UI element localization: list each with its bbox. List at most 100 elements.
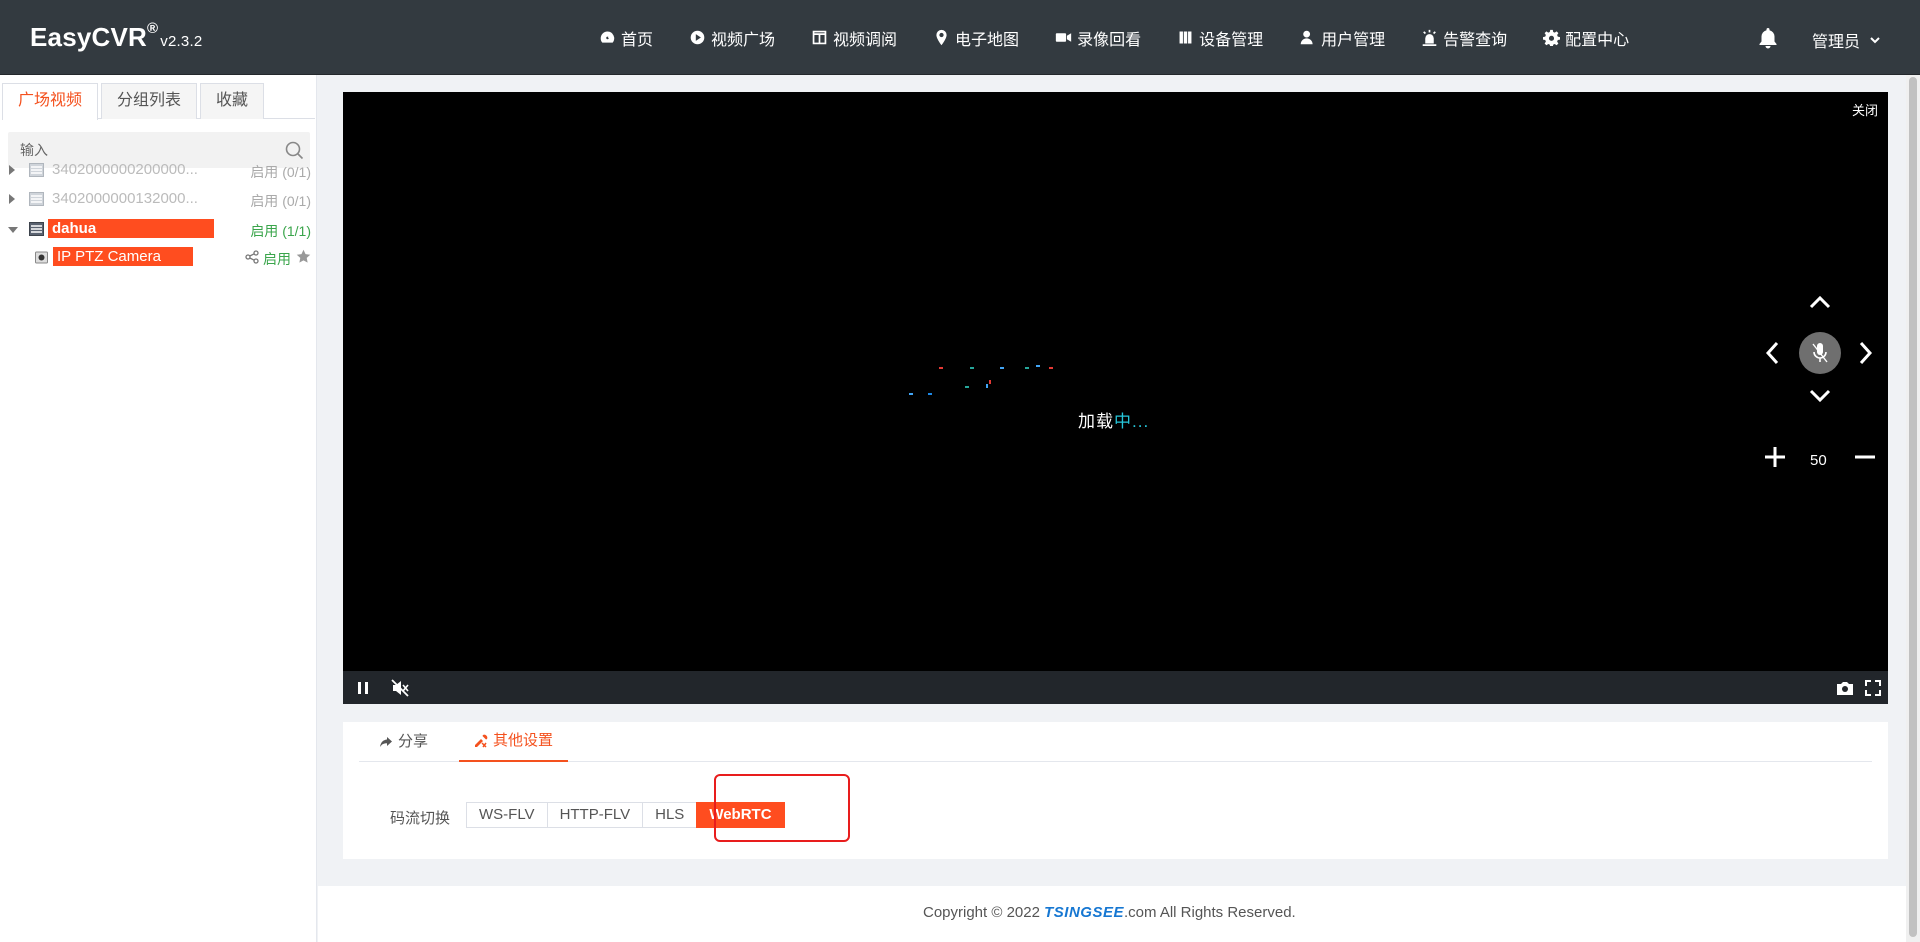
nav-label: 配置中心 [1565, 31, 1630, 49]
grid-icon [810, 29, 828, 47]
tree-node-device-active[interactable]: dahua 启用 (1/1) [0, 215, 317, 243]
zoom-value: 50 [1810, 452, 1827, 469]
nav-label: 设备管理 [1199, 31, 1264, 49]
nav-item-video-access[interactable]: 视频调阅 [810, 0, 897, 75]
server-icon [29, 192, 44, 206]
ptz-left-button[interactable] [1765, 341, 1779, 365]
microphone-button[interactable] [1799, 332, 1841, 374]
map-marker-icon [932, 29, 950, 47]
nav-item-map[interactable]: 电子地图 [932, 0, 1019, 75]
user-menu[interactable]: 管理员 [1812, 28, 1882, 52]
page-scrollbar[interactable] [1906, 75, 1920, 942]
pause-icon [358, 682, 368, 694]
brand-logo[interactable]: TSINGSEE [1044, 904, 1124, 921]
device-status: 启用 (0/1) [250, 193, 311, 209]
pause-button[interactable] [353, 678, 373, 698]
bell-icon[interactable] [1756, 26, 1780, 50]
video-camera-icon [1054, 29, 1072, 47]
nav-item-alarm[interactable]: 告警查询 [1420, 0, 1507, 75]
zoom-out-button[interactable] [1853, 445, 1877, 469]
device-status: 启用 (0/1) [250, 164, 311, 180]
user-name: 管理员 [1812, 34, 1861, 51]
stream-option-ws-flv[interactable]: WS-FLV [466, 802, 548, 828]
ptz-up-button[interactable] [1809, 295, 1831, 309]
caret-right-icon[interactable] [9, 194, 15, 204]
tab-label: 分享 [398, 733, 429, 750]
loading-indicator: 加载中... [343, 92, 1888, 704]
camera-snapshot-icon [1837, 682, 1853, 695]
top-header: EasyCVR®v2.3.2 首页 视频广场 视频调阅 电子地图 录像回看 设备… [0, 0, 1920, 75]
alarm-icon [1420, 29, 1438, 47]
volume-mute-icon [391, 679, 409, 697]
nav-item-playback[interactable]: 录像回看 [1054, 0, 1141, 75]
scrollbar-thumb[interactable] [1909, 77, 1917, 937]
device-name: 3402000000132000... [52, 190, 198, 207]
caret-right-icon[interactable] [9, 165, 15, 175]
mute-button[interactable] [390, 678, 410, 698]
footer: Copyright © 2022 TSINGSEE.com All Rights… [318, 886, 1920, 942]
tab-square-video[interactable]: 广场视频 [2, 83, 99, 120]
camera-name: IP PTZ Camera [53, 247, 193, 266]
user-icon [1298, 29, 1316, 47]
nav-label: 视频调阅 [833, 31, 898, 49]
tools-icon [475, 734, 488, 748]
tree-node-device[interactable]: 3402000000200000... 启用 (0/1) [0, 156, 317, 184]
logo-text: EasyCVR [30, 22, 148, 52]
app-logo[interactable]: EasyCVR®v2.3.2 [30, 20, 203, 53]
device-icon [1176, 29, 1194, 47]
device-name: dahua [48, 219, 214, 238]
stream-option-hls[interactable]: HLS [642, 802, 698, 828]
nav-item-device[interactable]: 设备管理 [1176, 0, 1263, 75]
tab-group-list[interactable]: 分组列表 [101, 83, 198, 119]
gear-icon [1542, 29, 1560, 47]
caret-down-icon[interactable] [8, 227, 18, 233]
snapshot-button[interactable] [1835, 678, 1855, 698]
tab-favorites[interactable]: 收藏 [200, 83, 265, 119]
fullscreen-button[interactable] [1863, 678, 1883, 698]
stream-switch-label: 码流切换 [390, 810, 451, 827]
app-version: v2.3.2 [160, 33, 203, 50]
ptz-right-button[interactable] [1859, 341, 1873, 365]
tab-label: 其他设置 [493, 732, 554, 749]
nav-item-config[interactable]: 配置中心 [1542, 0, 1629, 75]
server-icon [29, 163, 44, 177]
share-icon[interactable] [245, 250, 259, 264]
logo-registered: ® [147, 20, 159, 38]
sidebar-tabs: 广场视频 分组列表 收藏 [2, 79, 315, 120]
fullscreen-icon [1865, 680, 1881, 696]
player-control-bar [343, 671, 1888, 704]
video-player[interactable]: 关闭 加载中... [343, 92, 1888, 704]
nav-item-video-square[interactable]: 视频广场 [688, 0, 775, 75]
copyright-text: Copyright © 2022 TSINGSEE.com All Rights… [923, 904, 1296, 921]
loading-text: 加载中... [1078, 412, 1150, 431]
stream-option-http-flv[interactable]: HTTP-FLV [546, 802, 644, 828]
settings-panel: 分享 其他设置 码流切换 WS-FLV HTTP-FLV HLS WebRTC [343, 722, 1888, 859]
nav-label: 用户管理 [1321, 31, 1386, 49]
tree-node-camera[interactable]: IP PTZ Camera 启用 [0, 243, 317, 271]
nav-item-users[interactable]: 用户管理 [1298, 0, 1385, 75]
chevron-down-icon [1870, 37, 1880, 44]
tree-node-device[interactable]: 3402000000132000... 启用 (0/1) [0, 185, 317, 213]
nav-item-home[interactable]: 首页 [598, 0, 653, 75]
ptz-controls [1759, 295, 1899, 475]
nav-label: 电子地图 [955, 31, 1020, 49]
device-status: 启用 (1/1) [250, 223, 311, 239]
device-name: 3402000000200000... [52, 161, 198, 178]
camera-icon [35, 251, 48, 264]
tab-other-settings[interactable]: 其他设置 [459, 722, 569, 762]
ptz-down-button[interactable] [1809, 389, 1831, 403]
annotation-highlight-box [714, 774, 850, 842]
nav-label: 录像回看 [1077, 31, 1142, 49]
nav-label: 视频广场 [711, 31, 776, 49]
sidebar: 广场视频 分组列表 收藏 3402000000200000... 启用 (0/1… [0, 75, 317, 942]
tab-share[interactable]: 分享 [379, 722, 428, 762]
star-icon[interactable] [296, 249, 311, 264]
zoom-in-button[interactable] [1763, 445, 1787, 469]
microphone-icon [1812, 343, 1828, 363]
nav-label: 首页 [621, 31, 654, 49]
main-nav: 首页 视频广场 视频调阅 电子地图 录像回看 设备管理 用户管理 告警查询 配置… [598, 0, 1664, 75]
server-icon [29, 222, 44, 236]
dashboard-icon [598, 29, 616, 47]
share-arrow-icon [380, 737, 392, 747]
play-circle-icon [688, 29, 706, 47]
